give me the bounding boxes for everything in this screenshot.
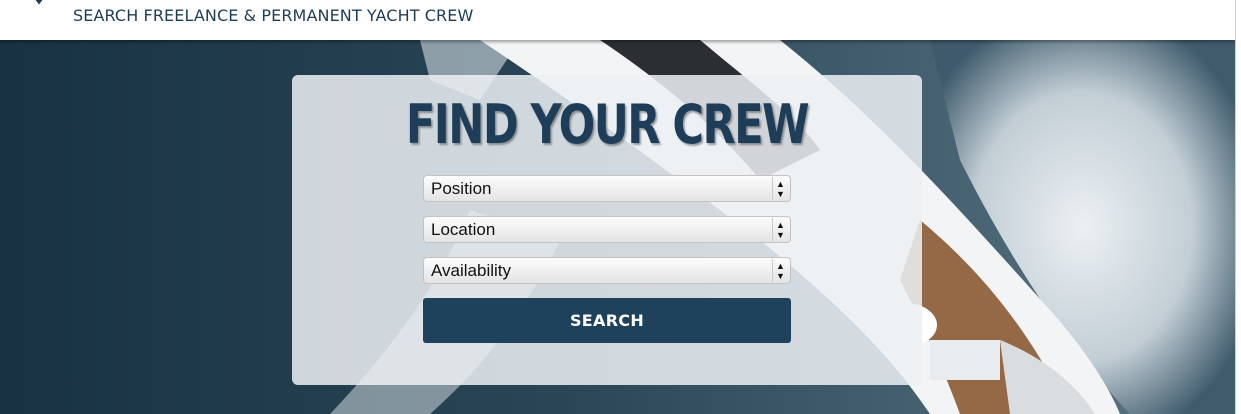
scrollbar-edge xyxy=(1235,0,1241,414)
crew-search-panel: FIND YOUR CREW Position ▲ ▼ Location ▲ ▼ A… xyxy=(292,75,922,385)
availability-select-value: Availability xyxy=(431,261,512,280)
availability-select[interactable]: Availability ▲ ▼ xyxy=(423,257,791,284)
site-header: SEARCH FREELANCE & PERMANENT YACHT CREW xyxy=(0,0,1235,40)
select-arrows-icon: ▲ ▼ xyxy=(772,218,788,241)
location-select-value: Location xyxy=(431,220,496,239)
position-select[interactable]: Position ▲ ▼ xyxy=(423,175,791,202)
search-button[interactable]: SEARCH xyxy=(423,298,791,343)
select-arrows-icon: ▲ ▼ xyxy=(772,259,788,282)
select-arrows-icon: ▲ ▼ xyxy=(772,177,788,200)
location-select[interactable]: Location ▲ ▼ xyxy=(423,216,791,243)
site-tagline: SEARCH FREELANCE & PERMANENT YACHT CREW xyxy=(73,6,474,25)
page-title: FIND YOUR CREW xyxy=(405,93,810,156)
position-select-value: Position xyxy=(431,179,492,198)
logo-icon[interactable] xyxy=(30,0,48,6)
